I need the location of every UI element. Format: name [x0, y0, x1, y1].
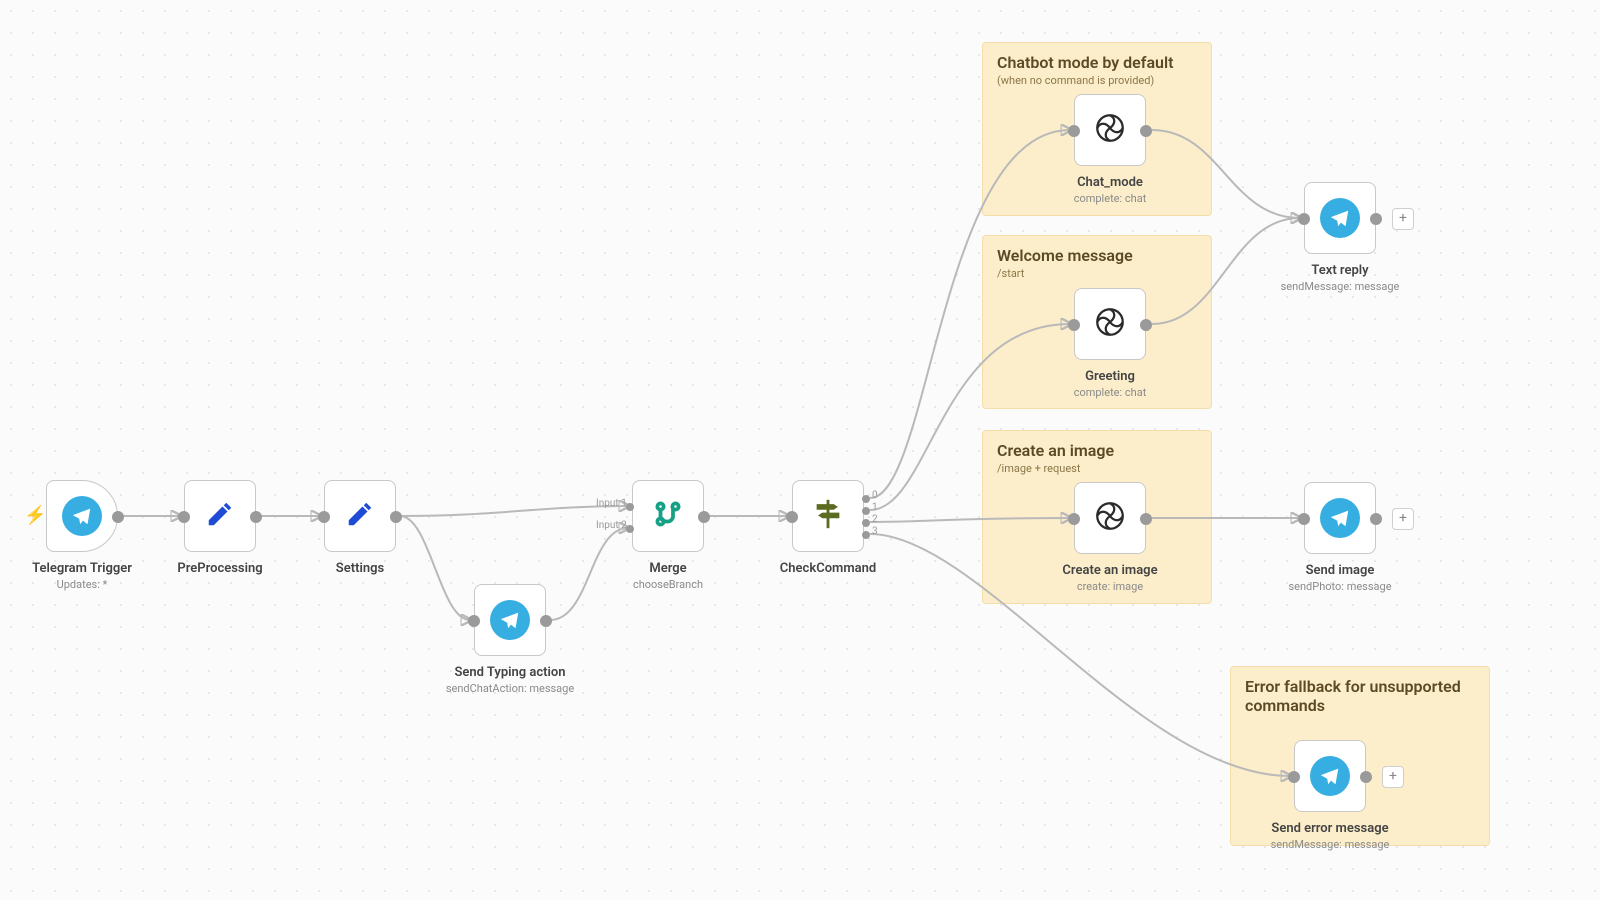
input-port[interactable] [1068, 319, 1080, 331]
node-sub: sendPhoto: message [1288, 580, 1391, 595]
node-sub: chooseBranch [633, 578, 703, 593]
output-port[interactable] [698, 511, 710, 523]
output-port[interactable] [1140, 319, 1152, 331]
sticky-desc: (when no command is provided) [997, 74, 1197, 87]
telegram-icon [1320, 498, 1360, 538]
input-port-1[interactable] [626, 503, 634, 511]
branch-icon [653, 499, 683, 533]
node-title: Text reply [1281, 262, 1400, 280]
node-check-command[interactable] [792, 480, 864, 552]
telegram-icon [1310, 756, 1350, 796]
node-sub: complete: chat [1074, 192, 1147, 207]
output-port[interactable] [1370, 513, 1382, 525]
input-port[interactable] [1288, 771, 1300, 783]
output-port[interactable] [1140, 125, 1152, 137]
node-preprocessing[interactable] [184, 480, 256, 552]
node-title: Chat_mode [1074, 174, 1147, 192]
sticky-title: Chatbot mode by default [997, 53, 1197, 72]
output-port[interactable] [1140, 513, 1152, 525]
node-telegram-trigger[interactable] [46, 480, 118, 552]
input-port[interactable] [1298, 513, 1310, 525]
node-title: Create an image [1062, 562, 1157, 580]
output-port-1[interactable] [862, 507, 870, 515]
node-title: Send Typing action [446, 664, 574, 682]
node-create-image[interactable] [1074, 482, 1146, 554]
output-port[interactable] [390, 511, 402, 523]
output-port[interactable] [540, 615, 552, 627]
output-port[interactable] [250, 511, 262, 523]
input-port[interactable] [1298, 213, 1310, 225]
check-output-label-3: 3 [872, 526, 878, 537]
node-send-typing[interactable] [474, 584, 546, 656]
node-title: Send error message [1271, 820, 1390, 838]
node-title: Telegram Trigger [32, 560, 132, 578]
sticky-title: Welcome message [997, 246, 1197, 265]
add-output-button[interactable]: + [1392, 208, 1414, 230]
check-output-label-1: 1 [872, 502, 878, 513]
output-port-0[interactable] [862, 495, 870, 503]
output-port-2[interactable] [862, 519, 870, 527]
node-sub: sendMessage: message [1271, 838, 1390, 853]
merge-input-label-2: Input 2 [596, 520, 627, 531]
openai-icon [1093, 111, 1127, 149]
node-greeting[interactable] [1074, 288, 1146, 360]
input-port[interactable] [1068, 513, 1080, 525]
output-port[interactable] [1370, 213, 1382, 225]
output-port[interactable] [1360, 771, 1372, 783]
node-title: Settings [336, 560, 384, 578]
node-chat-mode[interactable] [1074, 94, 1146, 166]
node-title: Merge [633, 560, 703, 578]
node-title: PreProcessing [177, 560, 262, 578]
node-merge[interactable] [632, 480, 704, 552]
node-sub: sendChatAction: message [446, 682, 574, 697]
pencil-icon [205, 499, 235, 533]
output-port-3[interactable] [862, 531, 870, 539]
node-sub: create: image [1062, 580, 1157, 595]
sticky-title: Create an image [997, 441, 1197, 460]
node-sub: sendMessage: message [1281, 280, 1400, 295]
node-title: Greeting [1074, 368, 1147, 386]
node-title: Send image [1288, 562, 1391, 580]
node-sub: complete: chat [1074, 386, 1147, 401]
input-port[interactable] [1068, 125, 1080, 137]
add-output-button[interactable]: + [1382, 766, 1404, 788]
openai-icon [1093, 499, 1127, 537]
openai-icon [1093, 305, 1127, 343]
pencil-icon [345, 499, 375, 533]
input-port-2[interactable] [626, 525, 634, 533]
node-send-error[interactable] [1294, 740, 1366, 812]
node-title: CheckCommand [780, 560, 876, 578]
node-text-reply[interactable] [1304, 182, 1376, 254]
add-output-button[interactable]: + [1392, 508, 1414, 530]
node-sub: Updates: * [32, 578, 132, 593]
sticky-title: Error fallback for unsupported commands [1245, 677, 1475, 715]
telegram-icon [1320, 198, 1360, 238]
input-port[interactable] [468, 615, 480, 627]
input-port[interactable] [178, 511, 190, 523]
node-settings[interactable] [324, 480, 396, 552]
merge-input-label-1: Input 1 [596, 498, 627, 509]
trigger-bolt-icon: ⚡ [24, 505, 46, 526]
signpost-icon [811, 497, 845, 535]
telegram-icon [62, 496, 102, 536]
sticky-desc: /start [997, 267, 1197, 280]
node-send-image[interactable] [1304, 482, 1376, 554]
telegram-icon [490, 600, 530, 640]
check-output-label-2: 2 [872, 514, 878, 525]
input-port[interactable] [318, 511, 330, 523]
check-output-label-0: 0 [872, 490, 878, 501]
output-port[interactable] [112, 511, 124, 523]
input-port[interactable] [786, 511, 798, 523]
sticky-desc: /image + request [997, 462, 1197, 475]
